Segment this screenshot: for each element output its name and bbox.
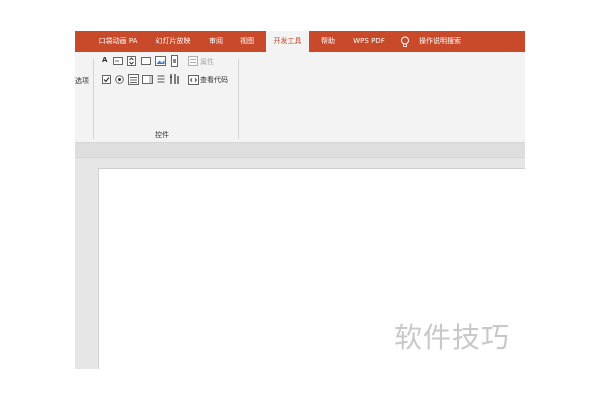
command-button-icon[interactable]: [141, 57, 151, 65]
tab-view[interactable]: 视图: [236, 31, 258, 52]
tab-slideshow[interactable]: 幻灯片放映: [151, 31, 195, 52]
image-control-icon[interactable]: [155, 56, 166, 66]
label-control-icon[interactable]: A: [102, 56, 107, 64]
group-separator: [93, 59, 94, 139]
properties-button[interactable]: 属性: [200, 57, 214, 67]
watermark-text: 软件技巧: [394, 321, 511, 354]
listbox-control-icon[interactable]: [128, 74, 139, 85]
spin-button-icon[interactable]: [127, 56, 136, 66]
option-button-icon[interactable]: [115, 75, 124, 84]
more-controls-icon[interactable]: [169, 73, 181, 85]
view-code-button[interactable]: 查看代码: [200, 75, 228, 85]
ribbon-tab-bar: 口袋动画 PA 幻灯片放映 审阅 视图 开发工具 帮助 WPS PDF 操作说明…: [75, 31, 525, 52]
tab-help[interactable]: 帮助: [317, 31, 339, 52]
tell-me-search[interactable]: 操作说明搜索: [415, 31, 465, 52]
combobox-control-icon[interactable]: [142, 75, 153, 84]
scrollbar-control-icon[interactable]: [171, 55, 178, 67]
controls-group-label: 控件: [155, 131, 169, 139]
tab-review[interactable]: 审阅: [205, 31, 227, 52]
lightbulb-icon: [401, 36, 409, 47]
group-separator: [238, 59, 239, 139]
partial-group-label: 选项: [75, 77, 89, 85]
frame-control-icon[interactable]: [157, 74, 165, 85]
tab-wps-pdf[interactable]: WPS PDF: [348, 31, 390, 52]
tab-developer[interactable]: 开发工具: [266, 31, 309, 52]
view-code-icon[interactable]: [188, 75, 199, 85]
textbox-control-icon[interactable]: [113, 57, 123, 65]
ribbon-panel: 选项 A 属性 查看代码 控件: [75, 52, 525, 143]
ruler-strip: [75, 143, 525, 158]
tab-pocket-animation[interactable]: 口袋动画 PA: [93, 31, 143, 52]
properties-icon[interactable]: [188, 56, 198, 66]
checkbox-control-icon[interactable]: [102, 75, 111, 84]
